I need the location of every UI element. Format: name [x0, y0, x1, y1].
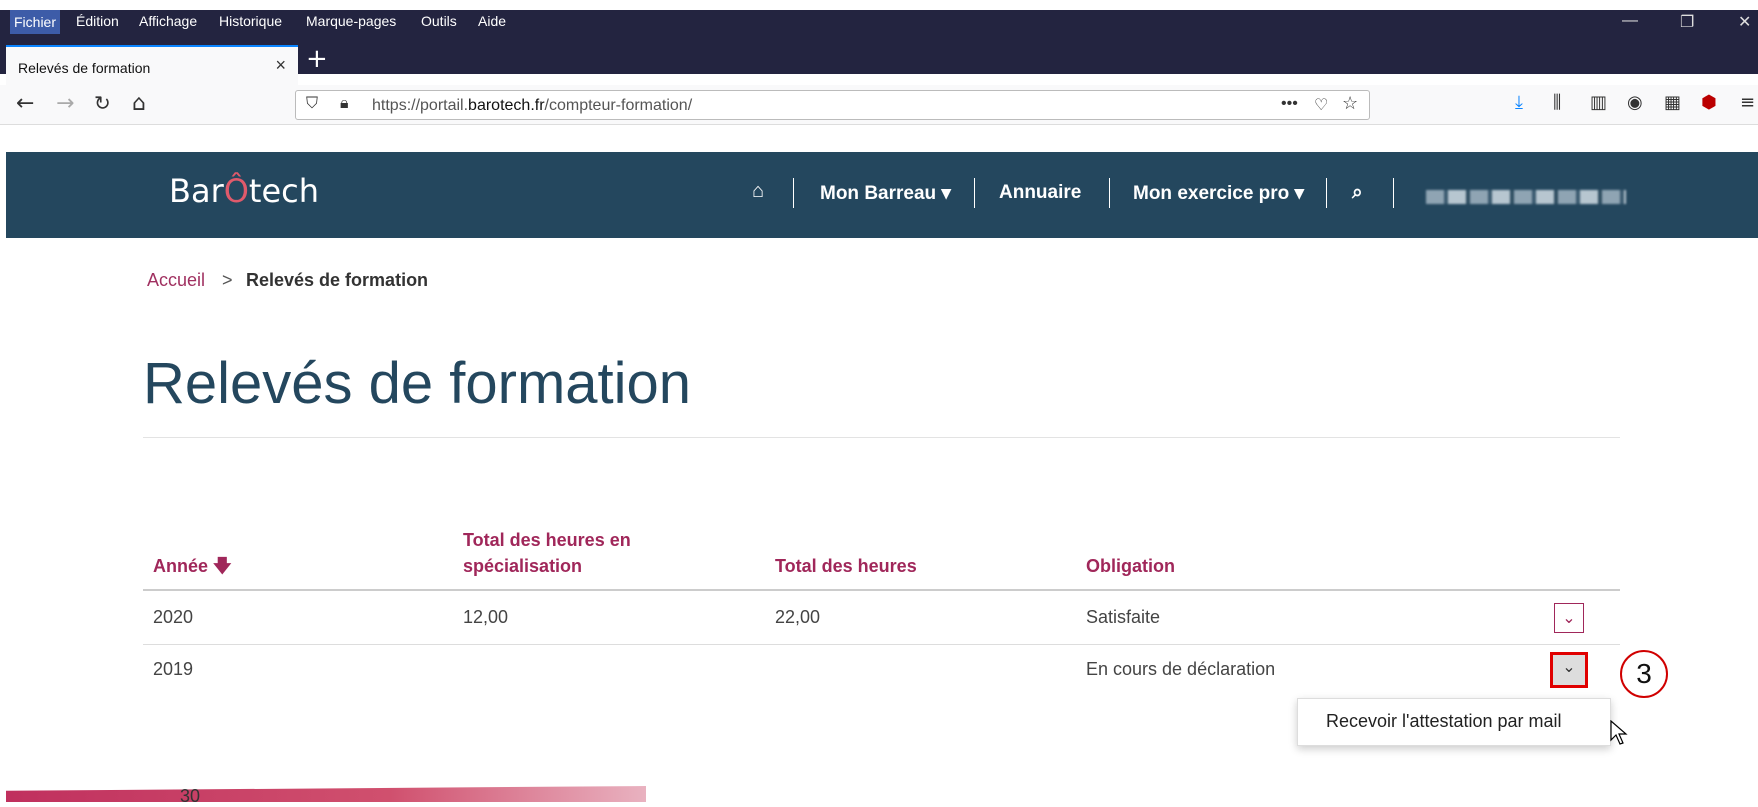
library-icon[interactable]: ⫼ — [1553, 92, 1561, 113]
download-icon[interactable]: ⤓ — [1515, 92, 1523, 113]
step-callout: 3 — [1620, 650, 1668, 698]
pocket-icon[interactable]: ♡ — [1314, 95, 1328, 115]
bookmark-star-icon[interactable]: ☆ — [1342, 93, 1358, 114]
sidebar-icon[interactable]: ▥ — [1590, 92, 1607, 113]
chevron-down-icon: ⌄ — [1562, 608, 1576, 627]
cell-obligation: Satisfaite — [1086, 607, 1161, 627]
ublock-icon[interactable]: ⬢ — [1701, 92, 1717, 113]
menu-fichier[interactable]: Fichier — [10, 10, 61, 34]
site-logo[interactable]: BarÔtech — [169, 172, 319, 210]
minimize-icon[interactable]: — — [1622, 12, 1638, 30]
row-divider — [143, 644, 1620, 645]
lock-icon: 🔒︎ — [340, 95, 349, 112]
hamburger-menu-icon[interactable]: ≡ — [1740, 92, 1755, 113]
nav-separator — [1393, 178, 1394, 208]
cell-obligation: En cours de déclaration — [1086, 659, 1276, 679]
tab-title: Relevés de formation — [18, 60, 151, 76]
nav-separator — [1109, 178, 1110, 208]
mouse-cursor-icon — [1610, 720, 1628, 745]
user-menu-blurred[interactable] — [1426, 190, 1626, 204]
menu-aide[interactable]: Aide — [478, 13, 506, 29]
home-icon[interactable]: ⌂ — [132, 91, 146, 116]
menu-bar: Fichier Édition Affichage Historique Mar… — [0, 10, 1758, 34]
cell-total: 22,00 — [775, 607, 821, 627]
browser-tab[interactable]: Relevés de formation × — [6, 45, 298, 85]
cell-specialisation: 12,00 — [463, 607, 509, 627]
row-dropdown-menu: Recevoir l'attestation par mail — [1297, 698, 1611, 746]
breadcrumb-separator: > — [222, 270, 233, 290]
cell-annee: 2020 — [153, 607, 194, 627]
close-tab-icon[interactable]: × — [275, 55, 286, 76]
header-divider — [143, 589, 1620, 591]
url-text: https://portail.barotech.fr/compteur-for… — [372, 97, 693, 114]
chevron-down-icon: ⌄ — [1562, 657, 1576, 676]
url-bar[interactable]: ⛉ 🔒︎ https://portail.barotech.fr/compteu… — [295, 90, 1370, 120]
col-header-specialisation: Total des heures en spécialisation — [463, 530, 631, 576]
new-tab-icon[interactable]: + — [306, 44, 328, 74]
nav-separator — [793, 178, 794, 208]
footer-band — [6, 786, 646, 802]
row-dropdown-button-active[interactable]: ⌄ — [1550, 652, 1588, 688]
col-header-annee[interactable]: Année 🡇 — [153, 553, 232, 579]
nav-separator — [1326, 178, 1327, 208]
nav-home-icon[interactable]: ⌂ — [752, 180, 764, 203]
row-dropdown-button[interactable]: ⌄ — [1554, 603, 1584, 633]
col-header-total: Total des heures — [775, 556, 917, 576]
menu-edition[interactable]: Édition — [76, 13, 119, 29]
page-number: 30 — [180, 786, 201, 806]
back-icon[interactable]: ← — [16, 91, 34, 116]
menu-marque-pages[interactable]: Marque-pages — [306, 13, 396, 29]
site-header: BarÔtech ⌂ Mon Barreau ▾ Annuaire Mon ex… — [6, 152, 1758, 238]
extension-grid-icon[interactable]: ▦ — [1664, 92, 1681, 113]
page-title: Relevés de formation — [143, 351, 692, 416]
breadcrumb-home[interactable]: Accueil — [147, 270, 205, 291]
col-header-obligation: Obligation — [1086, 556, 1175, 576]
search-icon[interactable]: ⌕ — [1352, 182, 1363, 204]
shield-icon[interactable]: ⛉ — [306, 95, 318, 113]
forward-icon[interactable]: → — [56, 91, 74, 116]
nav-separator — [974, 178, 975, 208]
cell-annee: 2019 — [153, 659, 194, 679]
nav-mon-exercice-pro[interactable]: Mon exercice pro ▾ — [1133, 182, 1304, 205]
menu-item-receive-attestation[interactable]: Recevoir l'attestation par mail — [1326, 711, 1562, 732]
breadcrumb-current: Relevés de formation — [246, 270, 429, 290]
menu-historique[interactable]: Historique — [219, 13, 282, 29]
sort-down-icon: 🡇 — [213, 556, 232, 576]
account-icon[interactable]: ◉ — [1627, 92, 1643, 113]
menu-affichage[interactable]: Affichage — [139, 13, 197, 29]
title-divider — [143, 437, 1620, 438]
nav-mon-barreau[interactable]: Mon Barreau ▾ — [820, 182, 951, 205]
close-window-icon[interactable]: ✕ — [1738, 12, 1751, 32]
nav-annuaire[interactable]: Annuaire — [999, 182, 1081, 204]
restore-icon[interactable]: ❐ — [1680, 12, 1694, 32]
page-actions-icon[interactable]: ••• — [1281, 95, 1298, 113]
menu-outils[interactable]: Outils — [421, 13, 457, 29]
reload-icon[interactable]: ↻ — [94, 91, 111, 115]
